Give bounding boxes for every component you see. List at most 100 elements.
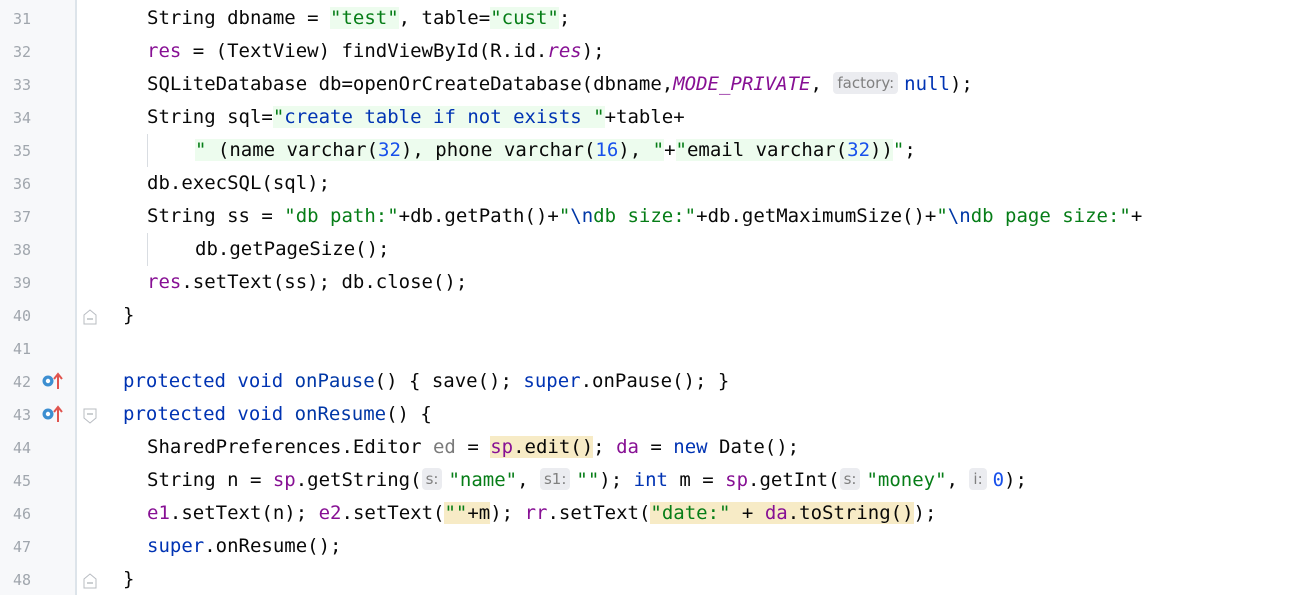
code-token: + bbox=[664, 139, 676, 161]
code-token: .setText( bbox=[547, 502, 651, 524]
code-token: () { save(); bbox=[374, 370, 524, 392]
code-text[interactable]: SharedPreferences.Editor ed = sp.edit();… bbox=[147, 431, 799, 464]
code-line[interactable]: 32 res = (TextView) findViewById(R.id.res… bbox=[0, 35, 1300, 68]
code-token: "db path:" bbox=[284, 205, 399, 227]
code-token: "date:" bbox=[650, 502, 731, 524]
fold-end-icon[interactable] bbox=[83, 572, 97, 589]
code-line[interactable]: 38 db.getPageSize(); bbox=[0, 233, 1300, 266]
code-token: protected void bbox=[123, 403, 295, 425]
code-token: rr bbox=[524, 502, 548, 524]
code-text[interactable]: res = (TextView) findViewById(R.id.res); bbox=[147, 35, 605, 68]
code-token: 16 bbox=[595, 139, 619, 161]
code-text[interactable]: } bbox=[123, 563, 134, 596]
code-line[interactable]: 48} bbox=[0, 563, 1300, 596]
code-token: onPause bbox=[294, 370, 375, 392]
line-number: 36 bbox=[12, 175, 31, 193]
code-token: \n bbox=[570, 205, 594, 227]
line-number: 43 bbox=[12, 406, 31, 424]
code-token: .getString( bbox=[295, 469, 422, 491]
code-text[interactable]: db.getPageSize(); bbox=[195, 233, 389, 266]
parameter-hint: s: bbox=[839, 468, 861, 490]
code-text[interactable]: db.execSQL(sql); bbox=[147, 167, 330, 200]
code-token: " bbox=[936, 205, 948, 227]
code-token: sp bbox=[272, 469, 296, 491]
code-text[interactable]: " (name varchar(32), phone varchar(16), … bbox=[195, 134, 916, 167]
code-token: = bbox=[638, 436, 674, 458]
code-line[interactable]: 43 protected void onResume() { bbox=[0, 398, 1300, 431]
code-token: create table if not exists bbox=[284, 106, 594, 128]
code-text[interactable]: String dbname = "test", table="cust"; bbox=[147, 2, 570, 35]
code-text[interactable]: super.onResume(); bbox=[147, 530, 341, 563]
code-text[interactable]: String sql="create table if not exists "… bbox=[147, 101, 685, 134]
code-token: "name" bbox=[448, 469, 518, 491]
code-token: +db.getMaximumSize()+ bbox=[696, 205, 937, 227]
line-number: 47 bbox=[12, 538, 31, 556]
code-token: = bbox=[455, 436, 491, 458]
code-token: ; bbox=[558, 7, 571, 29]
code-line[interactable]: 37 String ss = "db path:"+db.getPath()+"\… bbox=[0, 200, 1300, 233]
code-line[interactable]: 33 SQLiteDatabase db=openOrCreateDatabase… bbox=[0, 68, 1300, 101]
line-number: 45 bbox=[12, 472, 31, 490]
override-method-icon[interactable] bbox=[41, 371, 65, 391]
code-text[interactable]: protected void onPause() { save(); super… bbox=[123, 365, 729, 398]
code-token: ), bbox=[618, 139, 653, 161]
code-line[interactable]: 31 String dbname = "test", table="cust"; bbox=[0, 2, 1300, 35]
code-text[interactable]: String ss = "db path:"+db.getPath()+"\nd… bbox=[147, 200, 1142, 233]
code-token: ); bbox=[913, 502, 937, 524]
code-line[interactable]: 47 super.onResume(); bbox=[0, 530, 1300, 563]
code-editor[interactable]: 31 String dbname = "test", table="cust"; 3… bbox=[0, 0, 1300, 595]
code-token: "cust" bbox=[490, 7, 559, 29]
code-text[interactable]: protected void onResume() { bbox=[123, 398, 432, 431]
code-line[interactable]: 35 " (name varchar(32), phone varchar(16)… bbox=[0, 134, 1300, 167]
code-token: 0 bbox=[992, 469, 1005, 491]
code-token: db.getPageSize(); bbox=[195, 238, 390, 260]
indent-guide bbox=[147, 134, 148, 167]
code-line[interactable]: 39 res.setText(ss); db.close(); bbox=[0, 266, 1300, 299]
code-token: m = bbox=[679, 469, 726, 491]
code-token: "money" bbox=[866, 469, 947, 491]
line-number: 44 bbox=[12, 439, 31, 457]
code-token: + bbox=[1130, 205, 1143, 227]
code-token: , bbox=[810, 73, 834, 95]
code-text[interactable]: String n = sp.getString(s: "name", s1: "")… bbox=[147, 464, 1027, 497]
code-token: ); bbox=[490, 502, 525, 524]
code-token: = (TextView) findViewById(R.id. bbox=[181, 40, 548, 62]
code-token: , table= bbox=[398, 7, 491, 29]
code-token: .setText( bbox=[341, 502, 445, 524]
code-token: +m bbox=[467, 502, 491, 524]
code-token: , bbox=[517, 469, 540, 491]
code-line[interactable]: 34 String sql="create table if not exists… bbox=[0, 101, 1300, 134]
code-text[interactable]: e1.setText(n); e2.setText(""+m); rr.setT… bbox=[147, 497, 936, 530]
code-token: 32 bbox=[378, 139, 401, 161]
fold-end-icon[interactable] bbox=[83, 308, 97, 325]
code-token: Date(); bbox=[719, 436, 800, 458]
code-token: protected void bbox=[123, 370, 295, 392]
code-token: ), phone varchar( bbox=[400, 139, 596, 161]
code-token: ; bbox=[593, 436, 617, 458]
code-line[interactable]: 41 bbox=[0, 332, 1300, 365]
line-number: 31 bbox=[12, 10, 31, 28]
code-line[interactable]: 36 db.execSQL(sql); bbox=[0, 167, 1300, 200]
code-text[interactable]: res.setText(ss); db.close(); bbox=[147, 266, 467, 299]
code-line[interactable]: 44 SharedPreferences.Editor ed = sp.edit(… bbox=[0, 431, 1300, 464]
code-text[interactable]: } bbox=[123, 299, 134, 332]
code-line[interactable]: 45 String n = sp.getString(s: "name", s1: "… bbox=[0, 464, 1300, 497]
code-token: .edit() bbox=[513, 436, 594, 458]
code-token: " bbox=[593, 106, 605, 128]
code-token: .onResume(); bbox=[204, 535, 342, 557]
code-token: +table+ bbox=[604, 106, 685, 128]
code-token: ); bbox=[1004, 469, 1027, 491]
code-token: .toString() bbox=[787, 502, 914, 524]
override-method-icon[interactable] bbox=[41, 404, 65, 424]
code-text[interactable]: SQLiteDatabase db=openOrCreateDatabase(d… bbox=[147, 68, 973, 101]
code-token: (name varchar( bbox=[217, 139, 379, 161]
code-line[interactable]: 40} bbox=[0, 299, 1300, 332]
code-token: .getInt( bbox=[748, 469, 840, 491]
code-token: super bbox=[147, 535, 205, 557]
code-token: res bbox=[547, 40, 582, 62]
fold-start-icon[interactable] bbox=[83, 407, 97, 424]
code-line[interactable]: 46 e1.setText(n); e2.setText(""+m); rr.se… bbox=[0, 497, 1300, 530]
code-token: .setText(n); bbox=[169, 502, 319, 524]
code-token: res bbox=[147, 40, 182, 62]
code-line[interactable]: 42 protected void onPause() { save(); sup… bbox=[0, 365, 1300, 398]
